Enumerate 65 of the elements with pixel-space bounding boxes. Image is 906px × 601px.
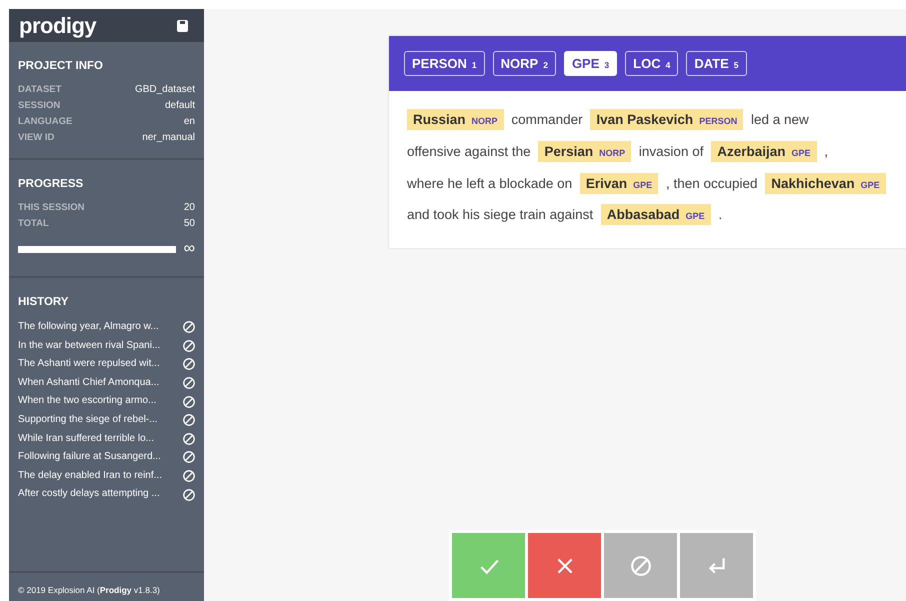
ignore-icon [183, 358, 195, 370]
label-tab[interactable]: GPE 3 [564, 51, 618, 76]
history-item[interactable]: In the war between rival Spani... [18, 336, 160, 356]
ignore-button[interactable] [604, 533, 677, 598]
sentence-text: invasion of [638, 144, 704, 159]
entity-span[interactable]: Nakhichevan GPE [765, 172, 886, 194]
history-item[interactable]: The delay enabled Iran to reinf... [18, 466, 162, 486]
progress-label: TOTAL [18, 217, 49, 231]
entity-span[interactable]: Russian NORP [407, 109, 504, 130]
entity-span[interactable]: Azerbaijan GPE [711, 140, 817, 162]
history-item[interactable]: The following year, Almagro w... [18, 318, 159, 337]
sentence-text: where he left a blockade on [407, 176, 572, 191]
accept-button[interactable] [452, 533, 525, 598]
sentence-text: . [718, 207, 722, 222]
sentence-text: led a new [750, 112, 809, 127]
ignore-icon [183, 470, 195, 482]
history-item[interactable]: The Ashanti were repulsed wit... [18, 355, 160, 374]
history-item[interactable]: While Iran suffered terrible lo... [18, 430, 154, 448]
info-value: ner_manual [142, 131, 195, 145]
ignore-icon [183, 396, 195, 408]
entity-span[interactable]: Erivan GPE [580, 172, 658, 194]
progress-value: 50 [184, 217, 195, 231]
info-label: DATASET [18, 83, 62, 97]
label-tab[interactable]: PERSON 1 [404, 51, 485, 76]
info-label: LANGUAGE [18, 115, 72, 129]
label-tab[interactable]: NORP 2 [492, 51, 556, 76]
ignore-icon [183, 451, 195, 464]
section-title: HISTORY [18, 296, 70, 308]
section-title: PROJECT INFO [18, 60, 104, 72]
ignore-icon [183, 321, 195, 334]
info-value: GBD_dataset [134, 83, 195, 97]
history-item[interactable]: After costly delays attempting ... [18, 485, 160, 504]
label-tab[interactable]: DATE 5 [686, 51, 746, 76]
info-value: en [184, 115, 195, 129]
ignore-icon [183, 377, 195, 390]
sentence-text: , then occupied [666, 176, 758, 191]
ignore-icon [183, 340, 195, 352]
progress-value: 20 [184, 201, 195, 215]
ignore-icon [630, 554, 652, 576]
ignore-icon [183, 488, 195, 501]
infinity-symbol: ∞ [184, 242, 195, 256]
footer-text: © 2019 Explosion AI (Prodigy v1.8.3) [17, 584, 161, 597]
sentence-text: , [824, 144, 828, 159]
progress-label: THIS SESSION [18, 201, 85, 215]
logo: prodigy [19, 12, 96, 38]
entity-span[interactable]: Abbasabad GPE [600, 204, 711, 226]
section-title: PROGRESS [18, 178, 84, 190]
save-icon[interactable] [177, 20, 188, 32]
history-item[interactable]: Following failure at Susangerd... [18, 448, 161, 467]
sentence-text: commander [511, 112, 583, 127]
ignore-icon [183, 414, 195, 426]
ignore-icon [183, 432, 195, 445]
history-item[interactable]: Supporting the siege of rebel-... [18, 410, 158, 430]
info-label: VIEW ID [18, 131, 54, 145]
history-item[interactable]: When Ashanti Chief Amonqua... [18, 374, 160, 392]
sentence-text: and took his siege train against [407, 207, 594, 222]
info-label: SESSION [18, 99, 60, 113]
entity-span[interactable]: Persian NORP [538, 140, 632, 162]
entity-span[interactable]: Ivan Paskevich PERSON [590, 109, 744, 130]
sentence-text: offensive against the [407, 144, 531, 159]
label-tab[interactable]: LOC 4 [625, 51, 678, 76]
info-value: default [164, 99, 195, 113]
history-item[interactable]: When the two escorting armo... [18, 392, 156, 411]
reject-button[interactable] [528, 533, 601, 598]
undo-button[interactable] [680, 533, 753, 598]
